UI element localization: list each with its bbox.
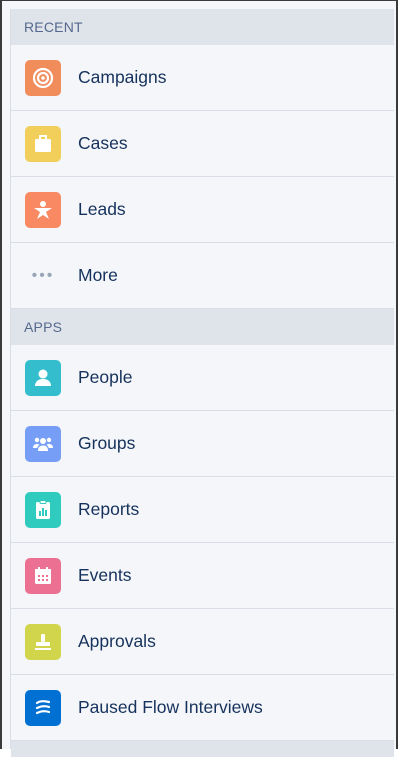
calendar-icon [25,557,61,594]
report-icon [25,491,61,528]
menu-item-label: Approvals [78,631,156,651]
menu-item-label: Campaigns [78,67,167,87]
menu-item-label: More [78,265,118,285]
menu-item-label: Groups [78,433,136,453]
menu-item-label: Leads [78,199,126,219]
apps-section-header: APPS [11,309,394,345]
menu-item-more[interactable]: ••• More [11,243,394,309]
menu-item-people[interactable]: People [11,345,394,411]
groups-icon [25,425,61,462]
stamp-icon [25,623,61,660]
app-frame: RECENT Campaigns Cases Leads ••• More AP… [0,0,398,757]
menu-item-label: Cases [78,133,128,153]
menu-item-label: People [78,367,133,387]
flow-icon [25,689,61,726]
target-icon [25,59,61,96]
person-star-icon [25,191,61,228]
menu-item-cases[interactable]: Cases [11,111,394,177]
briefcase-icon [25,125,61,162]
menu-item-reports[interactable]: Reports [11,477,394,543]
menu-item-label: Paused Flow Interviews [78,697,263,717]
section-footer [11,741,394,757]
menu-item-paused-flow-interviews[interactable]: Paused Flow Interviews [11,675,394,741]
menu-item-approvals[interactable]: Approvals [11,609,394,675]
recent-section-header: RECENT [11,9,394,45]
menu-item-leads[interactable]: Leads [11,177,394,243]
navigation-menu: RECENT Campaigns Cases Leads ••• More AP… [10,9,394,757]
menu-item-label: Events [78,565,132,585]
menu-item-campaigns[interactable]: Campaigns [11,45,394,111]
menu-item-events[interactable]: Events [11,543,394,609]
person-icon [25,359,61,396]
menu-item-label: Reports [78,499,140,519]
more-dots-icon: ••• [31,266,55,284]
menu-item-groups[interactable]: Groups [11,411,394,477]
